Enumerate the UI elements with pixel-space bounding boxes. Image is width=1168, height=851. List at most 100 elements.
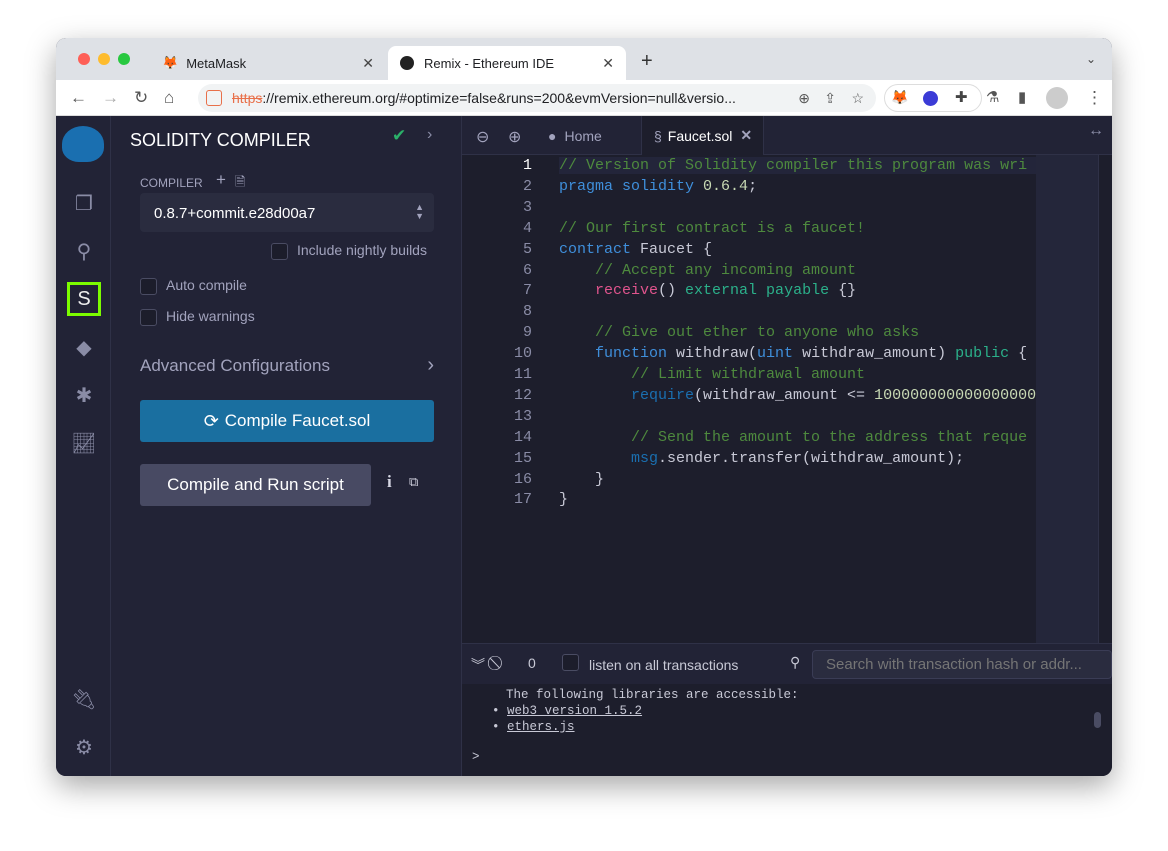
- code-line[interactable]: // Accept any incoming amount: [559, 262, 856, 279]
- code-line[interactable]: }: [559, 491, 568, 508]
- line-number: 5: [522, 240, 532, 258]
- listen-all-checkbox[interactable]: [562, 654, 579, 671]
- side-panel-icon[interactable]: ▮: [1018, 88, 1026, 106]
- not-secure-icon: [206, 90, 222, 106]
- home-button[interactable]: ⌂: [164, 88, 174, 108]
- code-token: external payable: [685, 282, 830, 300]
- compiler-version-select[interactable]: 0.8.7+commit.e28d00a7 ▲ ▼: [140, 193, 434, 232]
- info-icon[interactable]: i: [387, 472, 392, 492]
- labs-icon[interactable]: ⚗: [986, 88, 999, 106]
- code-line[interactable]: receive() external payable {}: [559, 282, 856, 299]
- line-number: 8: [522, 303, 532, 321]
- line-number: 6: [522, 261, 532, 279]
- code-line[interactable]: // Our first contract is a faucet!: [559, 220, 865, 237]
- code-editor[interactable]: 1 // Version of Solidity compiler this pr…: [462, 155, 1036, 643]
- nightly-checkbox[interactable]: [271, 243, 288, 260]
- deploy-run-icon[interactable]: ◆: [67, 330, 101, 364]
- code-token: 0.6.4: [703, 177, 749, 195]
- code-token: (): [658, 282, 686, 300]
- code-line[interactable]: // Limit withdrawal amount: [559, 366, 865, 383]
- extensions-group: 🦊 ✚: [884, 84, 982, 112]
- code-line[interactable]: // Send the amount to the address that r…: [559, 429, 1027, 446]
- close-tab-icon[interactable]: ✕: [602, 55, 614, 72]
- plugin-manager-icon[interactable]: 🔌︎: [67, 682, 101, 716]
- forward-button[interactable]: →: [102, 88, 119, 108]
- code-token: uint: [757, 345, 794, 363]
- add-compiler-icon[interactable]: +: [216, 170, 226, 190]
- bookmark-star-icon[interactable]: ☆: [851, 90, 864, 107]
- code-token: }: [559, 470, 605, 488]
- menu-icon[interactable]: ⋮: [1086, 88, 1103, 108]
- search-icon[interactable]: ⚲: [67, 234, 101, 268]
- code-token: Faucet {: [631, 240, 713, 258]
- advanced-config-toggle[interactable]: Advanced Configurations ›: [140, 354, 434, 376]
- file-explorer-icon[interactable]: ❐: [67, 186, 101, 220]
- tab-list-chevron-icon[interactable]: ⌄: [1086, 52, 1096, 66]
- tab-metamask[interactable]: 🦊 MetaMask ✕: [156, 46, 386, 80]
- close-window-button[interactable]: [78, 53, 90, 65]
- code-line[interactable]: }: [559, 471, 604, 488]
- code-token: (withdraw_amount <=: [694, 386, 875, 404]
- line-number: 14: [513, 428, 532, 446]
- metamask-fox-icon: 🦊: [162, 55, 179, 70]
- line-number: 12: [513, 386, 532, 404]
- code-line[interactable]: contract Faucet {: [559, 241, 712, 258]
- editor-scrollbar[interactable]: [1098, 155, 1112, 643]
- tab-home[interactable]: ● Home: [546, 116, 642, 155]
- collapse-terminal-icon[interactable]: ︾: [471, 655, 485, 675]
- document-icon[interactable]: 🗎: [235, 173, 245, 195]
- metamask-extension-icon[interactable]: 🦊: [891, 89, 908, 106]
- hide-warnings-checkbox[interactable]: [140, 309, 157, 326]
- auto-compile-checkbox[interactable]: [140, 278, 157, 295]
- analysis-chart-icon[interactable]: 📈︎: [67, 426, 101, 460]
- close-tab-icon[interactable]: ✕: [362, 55, 374, 72]
- hide-warnings-label: Hide warnings: [166, 308, 255, 324]
- minimize-window-button[interactable]: [98, 53, 110, 65]
- code-line[interactable]: // Give out ether to anyone who asks: [559, 324, 919, 341]
- url-text: ://remix.ethereum.org/#optimize=false&ru…: [262, 90, 736, 106]
- solidity-file-icon: §: [654, 127, 662, 144]
- code-line[interactable]: // Version of Solidity compiler this pro…: [559, 157, 1036, 174]
- new-tab-button[interactable]: +: [641, 50, 653, 73]
- tab-faucet-sol[interactable]: § Faucet.sol ✕: [642, 116, 764, 155]
- transaction-search-input[interactable]: [812, 650, 1112, 679]
- code-line[interactable]: require(withdraw_amount <= 1000000000000…: [559, 387, 1036, 404]
- expand-horizontal-icon[interactable]: ↔: [1088, 122, 1104, 140]
- settings-gear-icon[interactable]: ⚙: [67, 730, 101, 764]
- terminal-prompt[interactable]: >: [472, 750, 480, 764]
- line-number: 3: [522, 198, 532, 216]
- copy-icon[interactable]: ⧉: [409, 474, 418, 490]
- chevron-right-icon[interactable]: ›: [427, 126, 432, 144]
- minimap[interactable]: [1036, 155, 1098, 643]
- puzzle-icon[interactable]: ✚: [955, 88, 968, 106]
- url-field[interactable]: https://remix.ethereum.org/#optimize=fal…: [198, 84, 876, 112]
- compile-button[interactable]: ⟳ Compile Faucet.sol: [140, 400, 434, 442]
- zoom-out-icon[interactable]: ⊖: [476, 127, 489, 147]
- web3-link[interactable]: web3 version 1.5.2: [507, 704, 642, 718]
- code-token: receive: [595, 282, 659, 300]
- reload-button[interactable]: ↻: [134, 88, 148, 108]
- terminal-scrollbar[interactable]: [1094, 712, 1101, 728]
- code-line[interactable]: msg.sender.transfer(withdraw_amount);: [559, 450, 964, 467]
- tab-remix[interactable]: Remix - Ethereum IDE ✕: [388, 46, 626, 80]
- remix-app: ❐ ⚲ S ◆ ✱ 📈︎ 🔌︎ ⚙ SOLIDITY COMPILER ✔ › …: [56, 116, 1112, 776]
- code-line[interactable]: function withdraw(uint withdraw_amount) …: [559, 345, 1027, 362]
- solidity-compiler-icon[interactable]: S: [67, 282, 101, 316]
- ethers-link[interactable]: ethers.js: [507, 720, 575, 734]
- share-icon[interactable]: ⇪: [824, 90, 836, 107]
- debugger-bug-icon[interactable]: ✱: [67, 378, 101, 412]
- compile-run-script-button[interactable]: Compile and Run script: [140, 464, 371, 506]
- refresh-icon: ⟳: [203, 410, 219, 431]
- zoom-in-icon[interactable]: ⊕: [508, 127, 521, 147]
- close-tab-icon[interactable]: ✕: [740, 127, 752, 144]
- remix-logo-icon[interactable]: [62, 126, 104, 162]
- back-button[interactable]: ←: [70, 88, 87, 108]
- zoom-icon[interactable]: ⊕: [798, 90, 810, 107]
- extension-icon[interactable]: [923, 91, 938, 106]
- profile-avatar[interactable]: [1046, 87, 1068, 109]
- code-line[interactable]: pragma solidity 0.6.4;: [559, 178, 757, 195]
- maximize-window-button[interactable]: [118, 53, 130, 65]
